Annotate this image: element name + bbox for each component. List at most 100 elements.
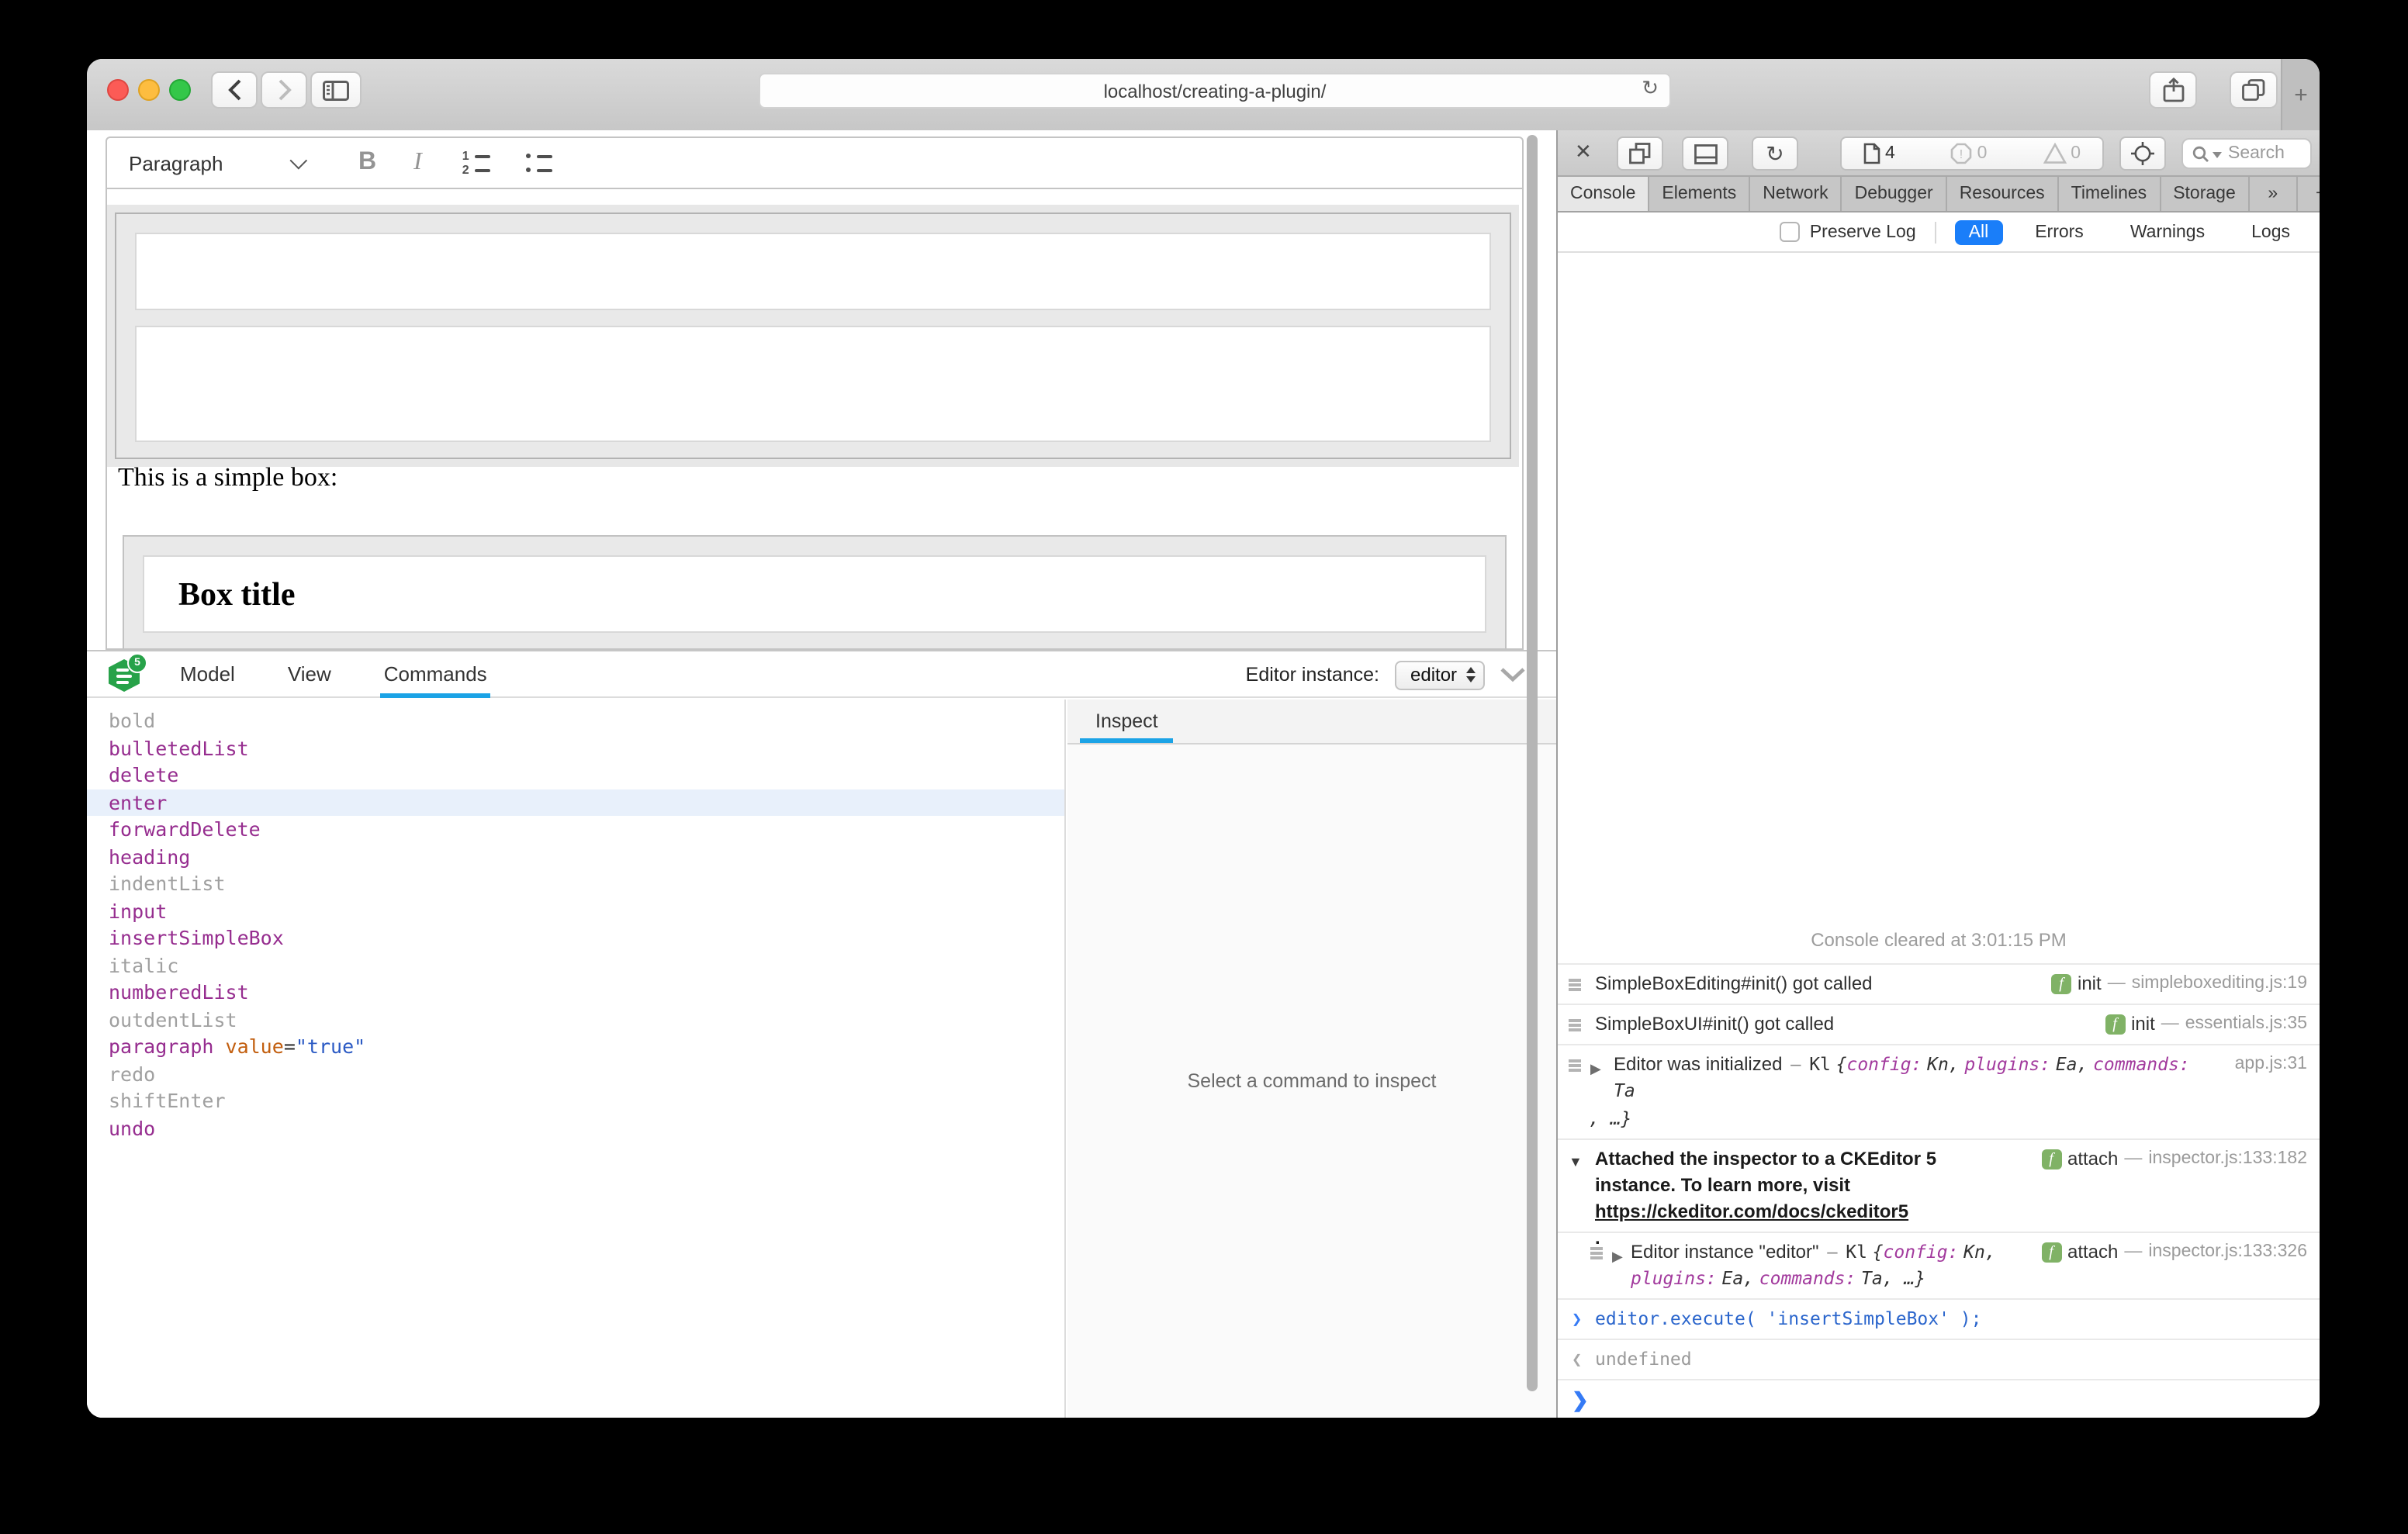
console-output: Console cleared at 3:01:15 PM SimpleBoxE…: [1558, 253, 2320, 1418]
command-item[interactable]: forwardDelete: [87, 816, 1064, 843]
tab-network[interactable]: Network: [1750, 177, 1842, 211]
simple-box-title-field[interactable]: [135, 233, 1491, 310]
function-name: attach: [2067, 1146, 2118, 1173]
command-item[interactable]: heading: [87, 843, 1064, 870]
command-item[interactable]: numberedList: [87, 979, 1064, 1006]
command-item[interactable]: bold: [87, 707, 1064, 734]
command-item[interactable]: input: [87, 897, 1064, 924]
command-item[interactable]: bulletedList: [87, 734, 1064, 762]
command-item[interactable]: shiftEnter: [87, 1087, 1064, 1114]
dock-to-bottom-icon: [1694, 143, 1717, 164]
tab-commands[interactable]: Commands: [381, 651, 490, 698]
tab-storage[interactable]: Storage: [2161, 177, 2250, 211]
preserve-log-label: Preserve Log: [1810, 223, 1916, 241]
ckeditor-docs-link[interactable]: https://ckeditor.com/docs/ckeditor5: [1595, 1199, 1995, 1225]
function-icon: f: [2051, 974, 2071, 994]
document-icon: [1863, 143, 1880, 164]
bulleted-list-button[interactable]: [524, 152, 552, 174]
tab-timelines[interactable]: Timelines: [2059, 177, 2161, 211]
tab-inspect[interactable]: Inspect: [1080, 700, 1174, 743]
console-log-row: ▼ Attached the inspector to a CKEditor 5…: [1558, 1138, 2320, 1232]
element-picker-button[interactable]: [2119, 136, 2166, 171]
inspector-toolbar: ✕ ↻: [1558, 130, 2320, 177]
zoom-window-button[interactable]: [169, 79, 191, 101]
console-prompt[interactable]: ❯: [1558, 1379, 2320, 1418]
forward-button[interactable]: [261, 71, 307, 109]
paragraph-text[interactable]: This is a simple box:: [118, 462, 337, 493]
reload-page-button[interactable]: ↻: [1752, 136, 1798, 171]
ckeditor-inspector-panel: 5 Model View Commands Editor instance: e…: [87, 650, 1556, 1418]
log-icon: [1590, 1247, 1603, 1259]
command-item[interactable]: insertSimpleBox: [87, 924, 1064, 952]
tab-resources[interactable]: Resources: [1947, 177, 2059, 211]
filter-warnings[interactable]: Warnings: [2116, 219, 2219, 244]
warning-triangle-icon: [2043, 143, 2066, 164]
preserve-log-checkbox[interactable]: [1780, 222, 1801, 242]
filter-errors[interactable]: Errors: [2021, 219, 2098, 244]
command-item[interactable]: undo: [87, 1114, 1064, 1142]
collapse-triangle-icon[interactable]: ▼: [1569, 1149, 1583, 1176]
close-inspector-button[interactable]: ✕: [1575, 140, 1592, 164]
safari-window: localhost/creating-a-plugin/ ↻ +: [87, 59, 2320, 1418]
source-location-link[interactable]: simpleboxediting.js:19: [2132, 971, 2307, 997]
command-item[interactable]: italic: [87, 952, 1064, 979]
tab-console[interactable]: Console: [1558, 177, 1649, 211]
heading-dropdown[interactable]: Paragraph: [129, 151, 312, 174]
sidebar-toggle-button[interactable]: [310, 71, 362, 109]
filter-logs[interactable]: Logs: [2237, 219, 2304, 244]
web-inspector-panel: ✕ ↻: [1558, 130, 2320, 1418]
italic-button[interactable]: I: [413, 149, 422, 177]
tab-overflow-button[interactable]: »: [2250, 177, 2298, 211]
source-location-link[interactable]: app.js:31: [2235, 1052, 2307, 1078]
simple-box-widget[interactable]: Box title: [123, 535, 1507, 650]
tab-elements[interactable]: Elements: [1649, 177, 1750, 211]
expand-triangle-icon[interactable]: ▶: [1612, 1244, 1623, 1270]
console-message: Editor instance "editor" – Kl {config: K…: [1631, 1241, 1996, 1263]
numbered-list-button[interactable]: 1 2: [462, 152, 490, 174]
function-name: attach: [2067, 1239, 2118, 1266]
log-icon: [1569, 1019, 1581, 1031]
share-button[interactable]: [2149, 71, 2197, 109]
expand-triangle-icon[interactable]: ▶: [1590, 1056, 1601, 1083]
back-button[interactable]: [211, 71, 258, 109]
bulleted-list-icon: [524, 152, 552, 160]
object-preview-continuation: , …}: [1589, 1106, 2307, 1132]
tab-model[interactable]: Model: [177, 651, 238, 698]
simple-box-widget-selected[interactable]: [115, 212, 1511, 459]
add-tab-button[interactable]: +: [2298, 177, 2320, 211]
simple-box-title-field[interactable]: Box title: [143, 555, 1486, 633]
ckeditor-editable-area[interactable]: This is a simple box: Box title: [106, 189, 1524, 650]
new-tab-button[interactable]: +: [2281, 59, 2320, 130]
bold-button[interactable]: B: [358, 149, 376, 177]
page-scrollbar[interactable]: [1527, 135, 1538, 1391]
tab-debugger[interactable]: Debugger: [1842, 177, 1947, 211]
tab-view[interactable]: View: [285, 651, 334, 698]
command-item[interactable]: indentList: [87, 870, 1064, 897]
minimize-window-button[interactable]: [138, 79, 160, 101]
browser-titlebar: localhost/creating-a-plugin/ ↻ +: [87, 59, 2320, 132]
editor-instance-select[interactable]: editor: [1395, 660, 1485, 689]
address-bar[interactable]: localhost/creating-a-plugin/ ↻: [759, 73, 1671, 109]
show-tabs-button[interactable]: [2230, 71, 2278, 109]
inspector-search-field[interactable]: Search: [2181, 138, 2312, 169]
issues-summary-button[interactable]: 4 ! 0 0: [1840, 136, 2104, 171]
filter-all[interactable]: All: [1955, 219, 2003, 244]
command-item[interactable]: delete: [87, 762, 1064, 789]
command-item-selected[interactable]: enter: [87, 789, 1064, 816]
console-input-row: ❯ editor.execute( 'insertSimpleBox' );: [1558, 1298, 2320, 1339]
source-location-link[interactable]: essentials.js:35: [2185, 1011, 2307, 1038]
dock-bottom-button[interactable]: [1682, 136, 1728, 171]
command-item[interactable]: outdentList: [87, 1006, 1064, 1033]
log-icon: [1569, 1059, 1581, 1071]
heading-dropdown-label: Paragraph: [129, 151, 223, 174]
chevron-down-icon: [290, 152, 308, 170]
reload-icon[interactable]: ↻: [1642, 76, 1659, 101]
source-location-link[interactable]: inspector.js:133:182: [2148, 1146, 2307, 1173]
close-window-button[interactable]: [107, 79, 129, 101]
source-location-link[interactable]: inspector.js:133:326: [2148, 1239, 2307, 1266]
command-item[interactable]: redo: [87, 1060, 1064, 1087]
detach-inspector-button[interactable]: [1617, 136, 1663, 171]
collapse-inspector-icon[interactable]: [1500, 667, 1525, 682]
command-item[interactable]: paragraph value="true": [87, 1033, 1064, 1060]
simple-box-description-field[interactable]: [135, 326, 1491, 442]
